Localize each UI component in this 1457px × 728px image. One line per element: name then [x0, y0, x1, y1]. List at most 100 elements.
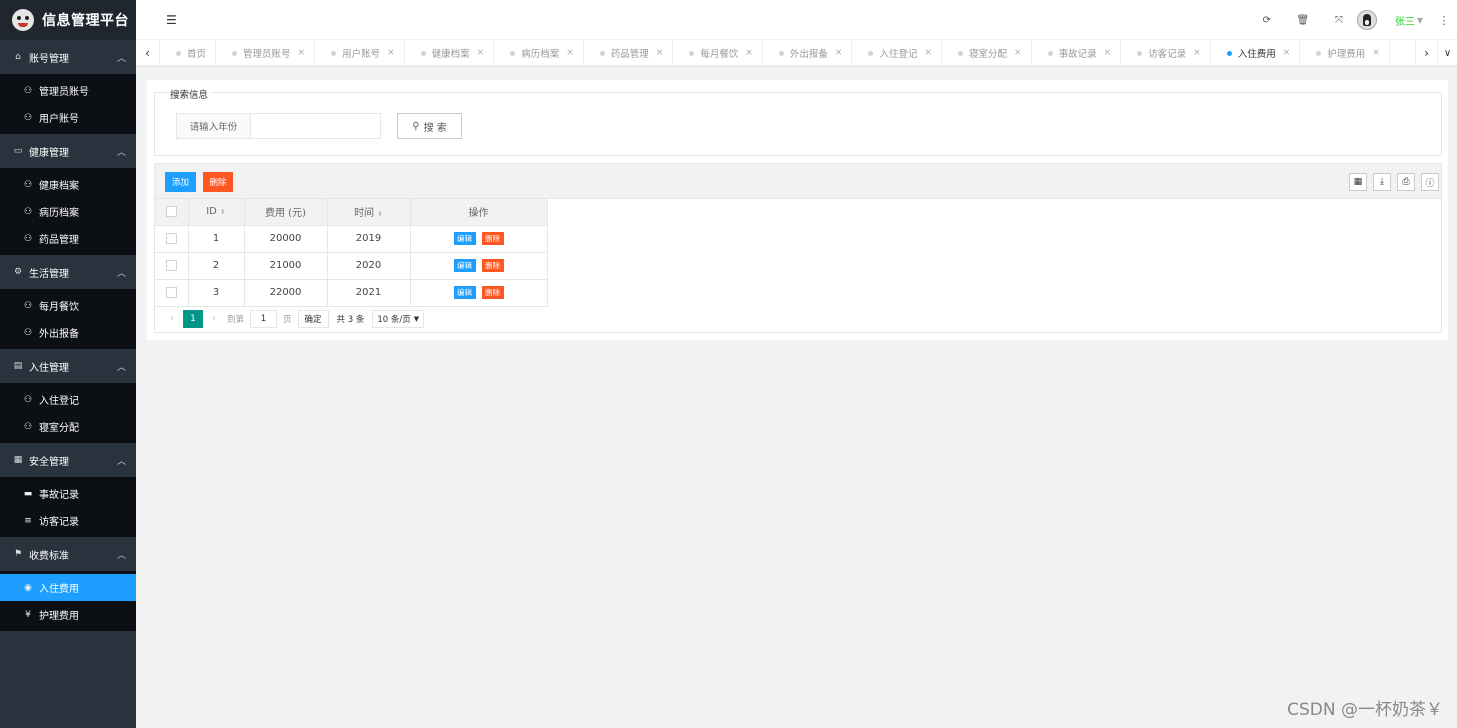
sidebar-group-label: 安全管理 [29, 456, 69, 468]
sidebar-item[interactable]: ◉ 入住费用 [0, 574, 136, 601]
col-header-id[interactable]: ID ⬍ [188, 199, 245, 226]
current-page[interactable]: 1 [183, 309, 203, 328]
close-icon[interactable]: × [1104, 48, 1112, 58]
table-row: 2 21000 2020 编辑 删除 [155, 252, 548, 280]
delete-button[interactable]: 删除 [481, 259, 504, 272]
tab[interactable]: 药品管理 × [584, 40, 674, 66]
sidebar-item[interactable]: ⚇ 用户账号 [0, 104, 136, 131]
tab[interactable]: 寝室分配 × [942, 40, 1032, 66]
row-checkbox[interactable] [165, 259, 177, 271]
print-icon[interactable]: ⎙ [1397, 173, 1415, 191]
sidebar-submenu: ◉ 入住费用 ¥ 护理费用 [0, 571, 136, 631]
sidebar-group-title[interactable]: ⌂ 账号管理 ︿ [0, 40, 136, 74]
close-icon[interactable]: × [745, 48, 753, 58]
export-icon[interactable]: ⤓ [1373, 173, 1391, 191]
batch-delete-button[interactable]: 删除 [203, 172, 233, 192]
info-icon[interactable]: ⓘ [1421, 173, 1439, 191]
prev-page-icon[interactable]: ‹ [165, 313, 179, 324]
sidebar-group-title[interactable]: ▤ 入住管理 ︿ [0, 349, 136, 383]
select-all-cell[interactable] [155, 199, 189, 226]
delete-button[interactable]: 删除 [481, 286, 504, 299]
sidebar-item[interactable]: ⚇ 每月餐饮 [0, 292, 136, 319]
search-button[interactable]: ⚲ 搜 索 [397, 113, 462, 139]
add-button[interactable]: 添加 [165, 172, 196, 192]
goto-confirm-button[interactable]: 确定 [297, 309, 329, 328]
tab[interactable]: 外出报备 × [763, 40, 853, 66]
sort-icon[interactable]: ⬍ [377, 210, 383, 218]
close-icon[interactable]: × [387, 48, 395, 58]
tab-list: 首页 管理员账号 × 用户账号 × 健康档案 × 病历档案 × 药品管理 × 每月餐饮 × 外出报备 × 入住… [160, 40, 1390, 66]
sidebar-item[interactable]: ▬ 事故记录 [0, 480, 136, 507]
close-icon[interactable]: × [1014, 48, 1022, 58]
edit-button[interactable]: 编辑 [453, 259, 476, 272]
delete-button[interactable]: 删除 [481, 232, 504, 245]
close-icon[interactable]: × [1193, 48, 1201, 58]
close-icon[interactable]: × [924, 48, 932, 58]
trash-icon[interactable]: 🗑 [1285, 15, 1321, 26]
tab[interactable]: 每月餐饮 × [673, 40, 763, 66]
tab[interactable]: 首页 [160, 40, 217, 66]
sidebar-item[interactable]: ⚇ 外出报备 [0, 319, 136, 346]
close-icon[interactable]: × [298, 48, 306, 58]
sidebar-item[interactable]: ⚇ 健康档案 [0, 171, 136, 198]
next-page-icon[interactable]: › [207, 313, 221, 324]
tab-dot-icon [1047, 50, 1053, 56]
tab[interactable]: 事故记录 × [1032, 40, 1122, 66]
page-size-select[interactable]: 10 条/页 ▼ [372, 309, 425, 328]
row-select-cell[interactable] [155, 225, 189, 253]
row-select-cell[interactable] [155, 279, 189, 307]
cell-actions: 编辑 删除 [410, 252, 548, 280]
close-icon[interactable]: × [1372, 48, 1380, 58]
tab[interactable]: 病历档案 × [494, 40, 584, 66]
tab[interactable]: 访客记录 × [1121, 40, 1211, 66]
dashboard-icon: ⚇ [23, 233, 33, 244]
tab[interactable]: 健康档案 × [405, 40, 495, 66]
sidebar-item[interactable]: ⚇ 寝室分配 [0, 413, 136, 440]
select-all-checkbox[interactable] [165, 206, 177, 217]
close-icon[interactable]: × [566, 48, 574, 58]
sidebar-group: ▭ 健康管理 ︿ ⚇ 健康档案 ⚇ 病历档案 ⚇ 药品管理 [0, 134, 136, 255]
user-name[interactable]: 张三 [1395, 13, 1415, 28]
tab[interactable]: 用户账号 × [315, 40, 405, 66]
sidebar-item[interactable]: ⚇ 管理员账号 [0, 77, 136, 104]
close-icon[interactable]: × [656, 48, 664, 58]
row-select-cell[interactable] [155, 252, 189, 280]
tab[interactable]: 护理费用 × [1300, 40, 1390, 66]
tabs-menu-chevron-down-icon[interactable]: ∨ [1437, 40, 1457, 66]
row-checkbox[interactable] [165, 232, 177, 244]
sort-icon[interactable]: ⬍ [220, 208, 226, 216]
row-checkbox[interactable] [165, 286, 177, 298]
menu-toggle-icon[interactable]: ☰ [166, 13, 177, 27]
sidebar-group-title[interactable]: ⚙ 生活管理 ︿ [0, 255, 136, 289]
chevron-up-icon: ︿ [116, 268, 126, 279]
sidebar-group-title[interactable]: ▭ 健康管理 ︿ [0, 134, 136, 168]
tab[interactable]: 入住费用 × [1211, 40, 1301, 66]
close-icon[interactable]: × [835, 48, 843, 58]
sidebar-item-label: 用户账号 [39, 114, 79, 125]
avatar[interactable] [1356, 10, 1377, 30]
tab[interactable]: 入住登记 × [852, 40, 943, 66]
tabs-scroll-right-icon[interactable]: › [1415, 40, 1437, 66]
close-icon[interactable]: × [477, 48, 485, 58]
more-vertical-icon[interactable]: ⋮ [1437, 14, 1451, 27]
sidebar-item[interactable]: ≡ 访客记录 [0, 507, 136, 534]
close-icon[interactable]: × [1283, 48, 1291, 58]
refresh-icon[interactable]: ⟳ [1249, 15, 1285, 26]
sidebar-item[interactable]: ⚇ 病历档案 [0, 198, 136, 225]
edit-button[interactable]: 编辑 [453, 232, 476, 245]
edit-button[interactable]: 编辑 [453, 286, 476, 299]
sidebar-group-title[interactable]: ▦ 安全管理 ︿ [0, 443, 136, 477]
tab[interactable]: 管理员账号 × [216, 40, 316, 66]
sidebar-group-title[interactable]: ⚑ 收费标准 ︿ [0, 537, 136, 571]
tabs-scroll-left-icon[interactable]: ‹ [136, 40, 160, 66]
sidebar-item[interactable]: ⚇ 入住登记 [0, 386, 136, 413]
col-header-time[interactable]: 时间 ⬍ [327, 199, 411, 226]
goto-page-input[interactable]: 1 [250, 309, 278, 328]
cell-fee: 21000 [244, 252, 328, 280]
columns-filter-icon[interactable]: ▦ [1349, 173, 1367, 191]
year-input[interactable] [251, 113, 381, 139]
chevron-down-icon[interactable]: ▼ [1417, 16, 1423, 25]
sidebar-item[interactable]: ¥ 护理费用 [0, 601, 136, 628]
sidebar-item[interactable]: ⚇ 药品管理 [0, 225, 136, 252]
fullscreen-icon[interactable]: ⤧ [1321, 15, 1357, 26]
